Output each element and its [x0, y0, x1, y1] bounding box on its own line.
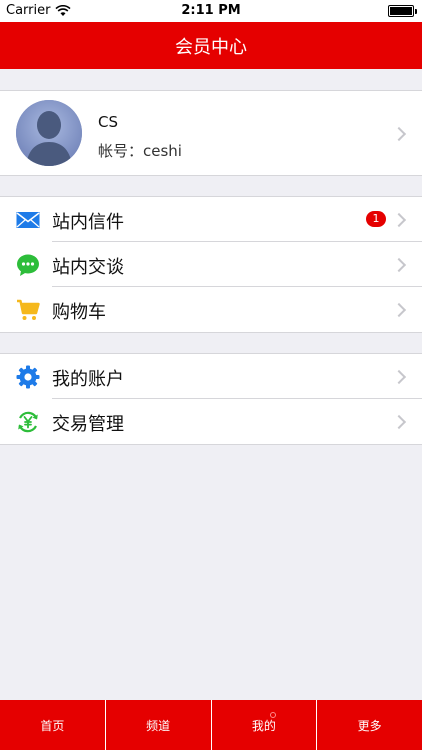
tab-label: 我的 — [251, 718, 276, 733]
menu-item-label: 购物车 — [52, 302, 106, 323]
screen: Carrier 2:11 PM 会员中心 CS 帐号：ceshi 站内信件 1 … — [0, 0, 422, 750]
menu-group-messages: 站内信件 1 站内交谈 购物车 — [0, 196, 422, 333]
menu-item-cart[interactable]: 购物车 — [0, 287, 422, 332]
profile-account: 帐号：ceshi — [98, 142, 182, 160]
yen-cycle-icon — [18, 411, 38, 433]
profile-card[interactable]: CS 帐号：ceshi — [0, 90, 422, 176]
menu-item-label: 我的账户 — [52, 369, 124, 390]
chevron-right-icon — [391, 414, 407, 430]
profile-name: CS — [98, 113, 118, 131]
menu-item-chat[interactable]: 站内交谈 — [0, 242, 422, 287]
avatar-silhouette-icon — [16, 100, 82, 166]
menu-item-my-account[interactable]: 我的账户 — [0, 354, 422, 399]
chevron-right-icon — [391, 369, 407, 385]
tab-bar: 首页 频道 我的 更多 — [0, 700, 422, 750]
menu-item-trade-management[interactable]: 交易管理 — [0, 399, 422, 444]
unread-badge: 1 — [366, 211, 386, 227]
active-dot-icon — [269, 712, 276, 718]
tab-label: 更多 — [357, 718, 382, 733]
chevron-right-icon — [391, 257, 407, 273]
menu-item-label: 站内交谈 — [52, 257, 124, 278]
tab-label: 频道 — [146, 718, 171, 733]
menu-item-mail[interactable]: 站内信件 1 — [0, 197, 422, 242]
page-title: 会员中心 — [175, 36, 247, 58]
tab-mine[interactable]: 我的 — [210, 700, 317, 750]
nav-bar: 会员中心 — [0, 22, 422, 69]
tab-label: 首页 — [40, 718, 65, 733]
chevron-right-icon — [391, 302, 407, 318]
gear-icon — [16, 365, 40, 389]
menu-group-account: 我的账户 交易管理 — [0, 353, 422, 445]
tab-more[interactable]: 更多 — [316, 700, 422, 750]
status-time: 2:11 PM — [181, 3, 241, 18]
mail-icon — [16, 212, 40, 228]
cart-icon — [17, 299, 40, 320]
status-bar: Carrier 2:11 PM — [0, 0, 422, 22]
chat-icon — [17, 254, 39, 276]
menu-item-label: 交易管理 — [52, 414, 124, 435]
tab-channel[interactable]: 频道 — [104, 700, 211, 750]
battery-icon — [388, 5, 417, 17]
menu-item-label: 站内信件 — [52, 212, 124, 233]
avatar — [16, 100, 82, 166]
chevron-right-icon — [391, 212, 407, 228]
tab-home[interactable]: 首页 — [0, 700, 105, 750]
chevron-right-icon — [391, 126, 407, 142]
